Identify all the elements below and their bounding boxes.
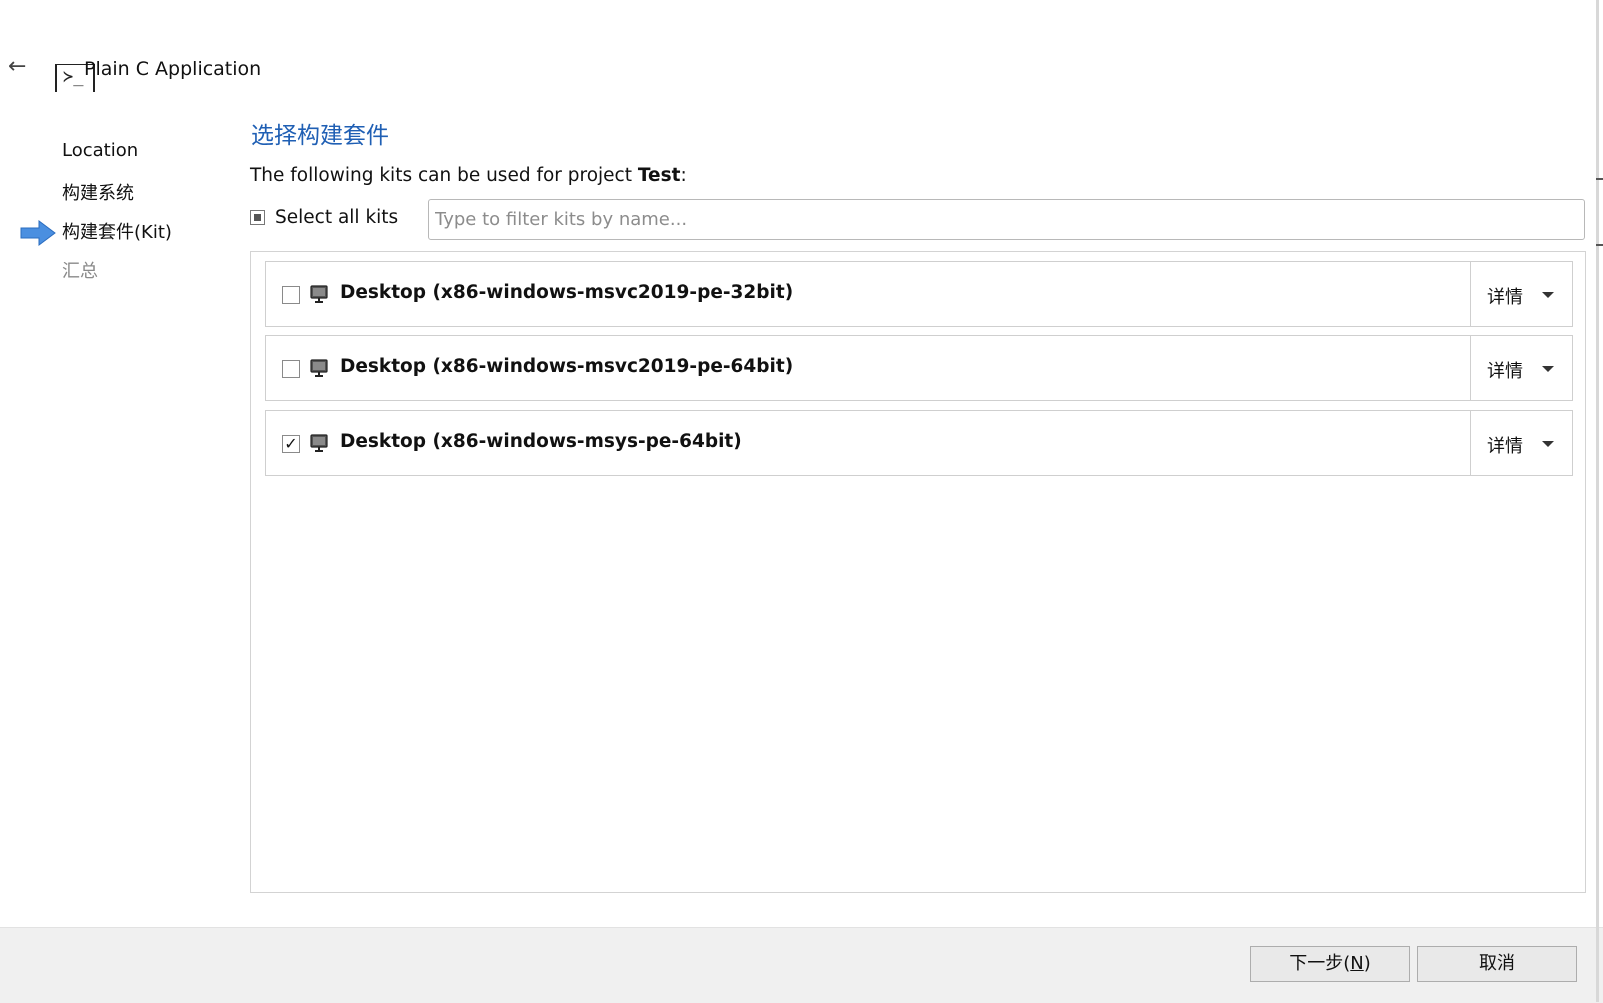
edge-tick xyxy=(1596,178,1603,180)
select-all-partial-check[interactable] xyxy=(250,210,265,225)
kit-checkbox[interactable] xyxy=(282,286,300,304)
intro-suffix: : xyxy=(680,165,687,186)
details-label: 详情 xyxy=(1487,436,1523,457)
monitor-icon xyxy=(310,359,328,377)
chevron-down-icon xyxy=(1542,292,1554,298)
project-name: Test xyxy=(637,165,681,186)
kit-name: Desktop (x86-windows-msys-pe-64bit) xyxy=(340,431,742,452)
arrow-left-icon: ← xyxy=(8,54,27,79)
kit-list: Desktop (x86-windows-msvc2019-pe-32bit) … xyxy=(250,251,1586,893)
edge-tick xyxy=(1596,244,1603,246)
select-all-label: Select all kits xyxy=(275,207,399,228)
next-label: 下一步( xyxy=(1289,953,1351,974)
kit-details-button[interactable]: 详情 xyxy=(1470,262,1572,326)
dialog-footer: 下一步(N) 取消 xyxy=(0,927,1603,1003)
cancel-button[interactable]: 取消 xyxy=(1417,946,1577,982)
terminal-prompt-glyph: ≻_ xyxy=(63,67,84,87)
current-step-arrow-icon xyxy=(20,220,56,246)
step-location: Location xyxy=(62,140,139,161)
intro-text: The following kits can be used for proje… xyxy=(250,165,687,186)
select-all-kits-checkbox[interactable]: Select all kits xyxy=(250,207,398,228)
next-suffix: ) xyxy=(1363,953,1371,974)
next-mnemonic: N xyxy=(1350,953,1364,974)
kit-details-button[interactable]: 详情 xyxy=(1470,336,1572,400)
details-label: 详情 xyxy=(1487,287,1523,308)
kit-checkbox[interactable]: ✓ xyxy=(282,435,300,453)
chevron-down-icon xyxy=(1542,441,1554,447)
details-label: 详情 xyxy=(1487,361,1523,382)
chevron-down-icon xyxy=(1542,366,1554,372)
kit-name: Desktop (x86-windows-msvc2019-pe-32bit) xyxy=(340,282,794,303)
kit-filter-input[interactable] xyxy=(428,199,1585,240)
step-build-system: 构建系统 xyxy=(62,183,134,204)
intro-prefix: The following kits can be used for proje… xyxy=(250,165,638,186)
next-button[interactable]: 下一步(N) xyxy=(1250,946,1410,982)
step-summary: 汇总 xyxy=(62,261,98,282)
kit-row: ✓ Desktop (x86-windows-msys-pe-64bit) 详情 xyxy=(265,410,1573,476)
monitor-icon xyxy=(310,434,328,452)
step-kits: 构建套件(Kit) xyxy=(62,222,172,243)
kit-row: Desktop (x86-windows-msvc2019-pe-32bit) … xyxy=(265,261,1573,327)
kit-details-button[interactable]: 详情 xyxy=(1470,411,1572,475)
monitor-icon xyxy=(310,285,328,303)
back-button[interactable]: ← xyxy=(8,55,32,79)
page-title: 选择构建套件 xyxy=(251,123,389,149)
kit-checkbox[interactable] xyxy=(282,360,300,378)
kit-name: Desktop (x86-windows-msvc2019-pe-64bit) xyxy=(340,356,794,377)
wizard-title: Plain C Application xyxy=(84,58,262,80)
window-edge xyxy=(1596,0,1599,1002)
kit-row: Desktop (x86-windows-msvc2019-pe-64bit) … xyxy=(265,335,1573,401)
